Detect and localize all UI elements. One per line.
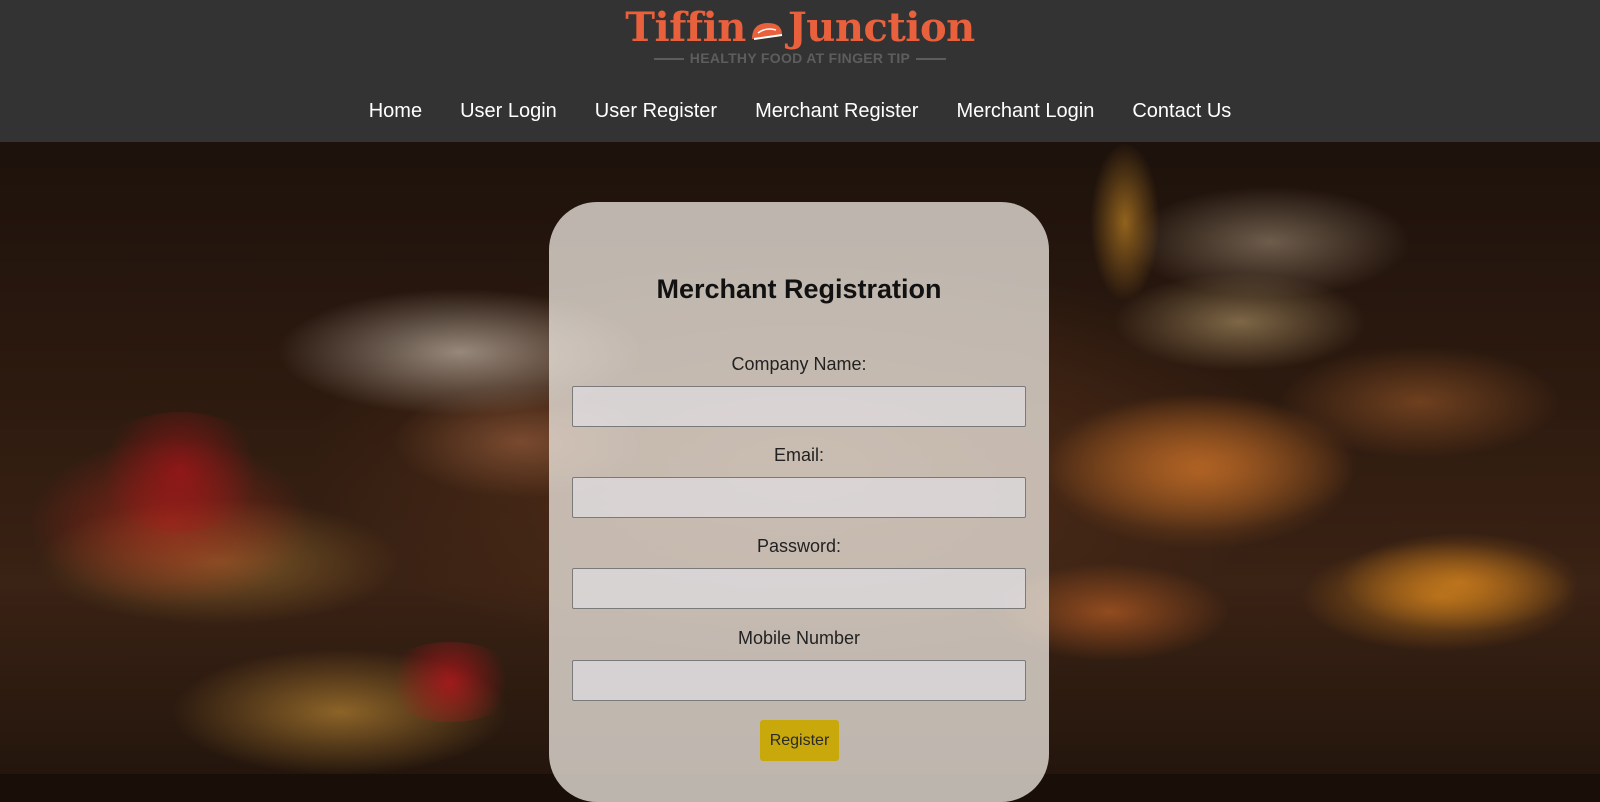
mobile-number-input[interactable] bbox=[572, 660, 1026, 701]
form-title: Merchant Registration bbox=[656, 274, 942, 304]
mobile-number-label: Mobile Number bbox=[737, 628, 861, 648]
site-header: Tiffin Junction HEALTHY FOOD AT FINGER T… bbox=[0, 0, 1600, 142]
dish-highlight bbox=[1040, 392, 1360, 532]
company-name-input[interactable] bbox=[572, 386, 1026, 427]
nav-user-register[interactable]: User Register bbox=[595, 96, 717, 126]
site-logo[interactable]: Tiffin Junction HEALTHY FOOD AT FINGER T… bbox=[0, 4, 1600, 66]
password-input[interactable] bbox=[572, 568, 1026, 609]
email-input[interactable] bbox=[572, 477, 1026, 518]
main-nav: Home User Login User Register Merchant R… bbox=[0, 96, 1600, 126]
dish-highlight bbox=[90, 412, 270, 532]
tagline-divider-left bbox=[653, 58, 684, 61]
dish-highlight bbox=[1090, 142, 1160, 302]
password-label: Password: bbox=[756, 536, 842, 556]
email-label: Email: bbox=[773, 445, 824, 465]
nav-merchant-register[interactable]: Merchant Register bbox=[755, 96, 918, 126]
tagline-divider-right bbox=[916, 58, 947, 61]
logo-tagline-row: HEALTHY FOOD AT FINGER TIP bbox=[0, 50, 1600, 66]
nav-home[interactable]: Home bbox=[369, 96, 422, 126]
register-button[interactable]: Register bbox=[760, 720, 839, 761]
logo-word-1: Tiffin bbox=[625, 4, 746, 51]
nav-merchant-login[interactable]: Merchant Login bbox=[956, 96, 1094, 126]
dish-highlight bbox=[380, 642, 520, 722]
company-name-label: Company Name: bbox=[731, 354, 867, 374]
taco-icon bbox=[751, 23, 783, 40]
nav-user-login[interactable]: User Login bbox=[460, 96, 557, 126]
logo-word-2: Junction bbox=[787, 4, 975, 51]
logo-tagline: HEALTHY FOOD AT FINGER TIP bbox=[689, 50, 911, 66]
logo-title: Tiffin Junction bbox=[625, 4, 975, 52]
merchant-registration-card: Merchant Registration Company Name: Emai… bbox=[549, 202, 1049, 802]
dish-highlight bbox=[1300, 542, 1580, 652]
nav-contact-us[interactable]: Contact Us bbox=[1132, 96, 1231, 126]
